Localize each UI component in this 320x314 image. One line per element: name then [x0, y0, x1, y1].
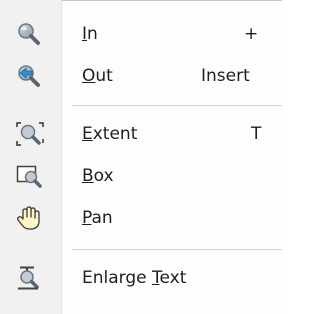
menu-separator — [72, 249, 282, 250]
pan-hand-icon — [16, 206, 44, 230]
menu-item-label: Enlarge Text — [82, 268, 187, 288]
zoom-out-icon — [16, 64, 44, 88]
zoom-extent-icon — [16, 122, 44, 146]
menu-separator — [72, 105, 282, 106]
menu-item-zoom-extent[interactable]: Extent T — [0, 113, 282, 155]
enlarge-text-icon — [16, 266, 44, 290]
menu-item-zoom-out[interactable]: Out Insert — [0, 55, 282, 97]
menu-item-label: Pan — [82, 208, 113, 228]
menu-item-label: Extent — [82, 124, 138, 144]
menu-item-enlarge-text[interactable]: Enlarge Text — [0, 257, 282, 299]
zoom-in-icon — [16, 22, 44, 46]
menu-item-shortcut: + — [244, 24, 259, 44]
menu-item-label: In — [82, 24, 98, 44]
menu-item-shortcut: Insert — [201, 66, 250, 86]
menu-item-pan[interactable]: Pan — [0, 197, 282, 239]
menu-item-shortcut: T — [251, 124, 262, 144]
zoom-context-menu: In + Out Insert Extent T Box Pan Enlarge… — [0, 0, 282, 314]
menu-item-zoom-in[interactable]: In + — [0, 13, 282, 55]
menu-item-label: Out — [82, 66, 113, 86]
menu-item-label: Box — [82, 166, 114, 186]
menu-top-border — [50, 0, 282, 1]
zoom-box-icon — [16, 164, 44, 188]
menu-item-zoom-box[interactable]: Box — [0, 155, 282, 197]
